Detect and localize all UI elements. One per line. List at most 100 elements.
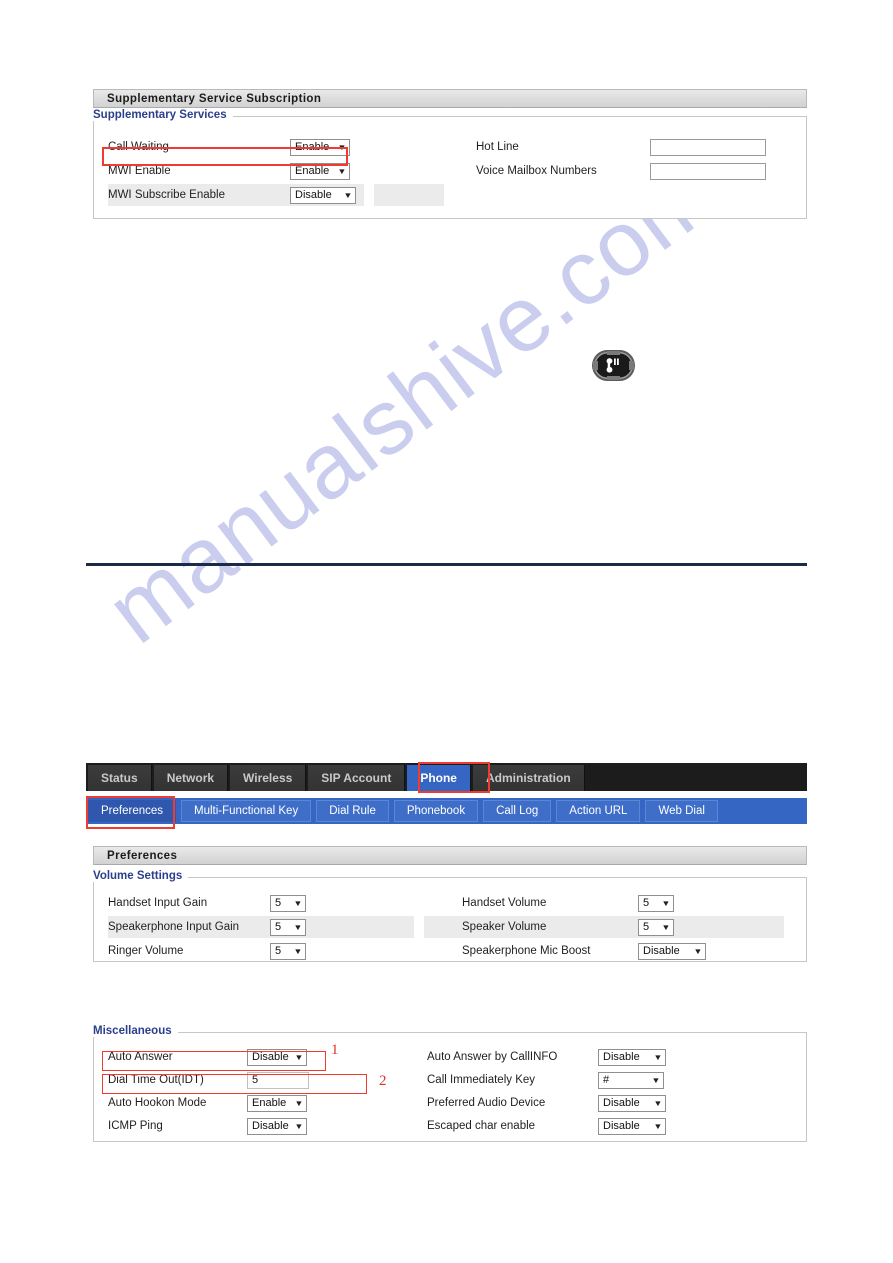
select-speaker-volume[interactable]: 5 ▼ [638,918,674,936]
label-auto-answer: Auto Answer [108,1051,173,1063]
tab-call-log[interactable]: Call Log [483,800,552,822]
tab-label: Phonebook [406,805,466,817]
tab-label: Status [101,771,138,785]
row-control-cell: Disable ▼ [247,1117,427,1135]
supplementary-service-panel: Supplementary Service Subscription Suppl… [93,89,807,219]
row-label-cell: Speakerphone Mic Boost [462,945,638,957]
chevron-down-icon: ▼ [337,166,347,176]
tab-administration[interactable]: Administration [472,765,585,791]
select-call-waiting[interactable]: Enable ▼ [290,138,350,156]
row-control-cell: Disable ▼ [638,942,706,960]
label-handset-volume: Handset Volume [462,897,547,909]
chevron-down-icon: ▼ [651,1075,661,1085]
chevron-down-icon: ▼ [653,1052,663,1062]
page-divider [86,563,807,566]
tab-status[interactable]: Status [88,765,152,791]
row-label-cell: Call Immediately Key [427,1074,598,1086]
row-control-cell: 5 [247,1071,427,1089]
tab-label: Preferences [101,805,164,817]
select-mwi-subscribe-enable[interactable]: Disable ▼ [290,186,356,204]
label-speakerphone-mic-boost: Speakerphone Mic Boost [462,945,591,957]
table-row: ICMP Ping Disable ▼ Escaped char enable … [94,1115,806,1137]
row-label-cell: Call Waiting [94,141,290,153]
input-hot-line[interactable] [650,138,766,156]
chevron-down-icon: ▼ [337,142,347,152]
label-call-immediately-key: Call Immediately Key [427,1074,536,1086]
select-preferred-audio-device[interactable]: Disable ▼ [598,1094,666,1112]
tab-preferences[interactable]: Preferences [88,800,177,822]
label-voice-mailbox-numbers: Voice Mailbox Numbers [476,165,597,177]
row-shading [374,184,444,206]
select-speakerphone-input-gain[interactable]: 5 ▼ [270,918,306,936]
select-handset-volume[interactable]: 5 ▼ [638,894,674,912]
select-mwi-enable[interactable]: Enable ▼ [290,162,350,180]
tab-dial-rule[interactable]: Dial Rule [316,800,389,822]
row-control-cell [650,162,766,180]
tab-phonebook[interactable]: Phonebook [393,800,479,822]
select-auto-hookon-mode[interactable]: Enable ▼ [247,1094,307,1112]
label-speaker-volume: Speaker Volume [462,921,547,933]
tab-action-url[interactable]: Action URL [556,800,641,822]
tab-wireless[interactable]: Wireless [230,765,307,791]
tab-web-dial[interactable]: Web Dial [645,800,718,822]
select-auto-answer[interactable]: Disable ▼ [247,1048,307,1066]
input-dial-time-out-idt[interactable]: 5 [247,1071,309,1089]
select-auto-answer-by-callinfo[interactable]: Disable ▼ [598,1048,666,1066]
label-call-waiting: Call Waiting [108,141,169,153]
handset-speaker-button-icon [591,349,636,382]
select-value: Disable [603,1050,640,1063]
tab-label: Web Dial [658,805,705,817]
table-row: Speakerphone Input Gain 5 ▼ Speaker Volu… [94,916,806,938]
panel-title-preferences: Preferences [93,846,807,865]
tab-label: Network [166,771,215,785]
tab-network[interactable]: Network [153,765,229,791]
label-escaped-char-enable: Escaped char enable [427,1120,536,1132]
table-row: Handset Input Gain 5 ▼ Handset Volume 5 … [94,892,806,914]
chevron-down-icon: ▼ [293,922,303,932]
tab-phone[interactable]: Phone [407,765,471,791]
handset-speaker-button-svg [592,350,635,381]
select-value: Disable [603,1119,640,1132]
table-row: Call Waiting Enable ▼ Hot Line [94,136,806,158]
select-icmp-ping[interactable]: Disable ▼ [247,1117,307,1135]
chevron-down-icon: ▼ [653,1121,663,1131]
supplementary-rows: Call Waiting Enable ▼ Hot Line MWI Enabl… [94,117,806,216]
input-voice-mailbox-numbers[interactable] [650,162,766,180]
select-value: 5 [275,896,282,909]
tab-label: Dial Rule [329,805,376,817]
row-control-cell: 5 ▼ [270,918,462,936]
row-control-cell: Enable ▼ [247,1094,427,1112]
tab-sip-account[interactable]: SIP Account [308,765,406,791]
row-label-cell: Preferred Audio Device [427,1097,598,1109]
select-speakerphone-mic-boost[interactable]: Disable ▼ [638,942,706,960]
label-auto-hookon-mode: Auto Hookon Mode [108,1097,207,1109]
row-label-cell: ICMP Ping [94,1120,247,1132]
row-control-cell: Disable ▼ [598,1094,666,1112]
sub-tab-bar: Preferences Multi-Functional Key Dial Ru… [86,798,807,824]
select-escaped-char-enable[interactable]: Disable ▼ [598,1117,666,1135]
row-label-cell: MWI Enable [94,165,290,177]
select-call-immediately-key[interactable]: # ▼ [598,1071,664,1089]
chevron-down-icon: ▼ [693,946,703,956]
label-mwi-subscribe-enable: MWI Subscribe Enable [108,189,225,201]
row-control-cell: Enable ▼ [290,138,362,156]
tab-label: Phone [420,771,457,785]
chevron-down-icon: ▼ [661,898,671,908]
supplementary-services-fieldset: Supplementary Services Call Waiting Enab… [93,109,807,219]
row-control-cell [650,138,766,156]
chevron-down-icon: ▼ [294,1121,304,1131]
row-label-cell: Dial Time Out(IDT) [94,1074,247,1086]
select-value: # [603,1073,610,1086]
label-auto-answer-by-callinfo: Auto Answer by CallINFO [427,1051,558,1063]
select-ringer-volume[interactable]: 5 ▼ [270,942,306,960]
label-preferred-audio-device: Preferred Audio Device [427,1097,546,1109]
table-row: MWI Subscribe Enable Disable ▼ [94,184,806,206]
select-value: 5 [643,896,650,909]
select-value: Enable [295,140,330,153]
row-label-cell: MWI Subscribe Enable [94,189,290,201]
label-dial-time-out-idt: Dial Time Out(IDT) [108,1074,204,1086]
tab-multi-functional-key[interactable]: Multi-Functional Key [181,800,312,822]
row-label-cell: Handset Volume [462,897,638,909]
chevron-down-icon: ▼ [294,1098,304,1108]
select-handset-input-gain[interactable]: 5 ▼ [270,894,306,912]
